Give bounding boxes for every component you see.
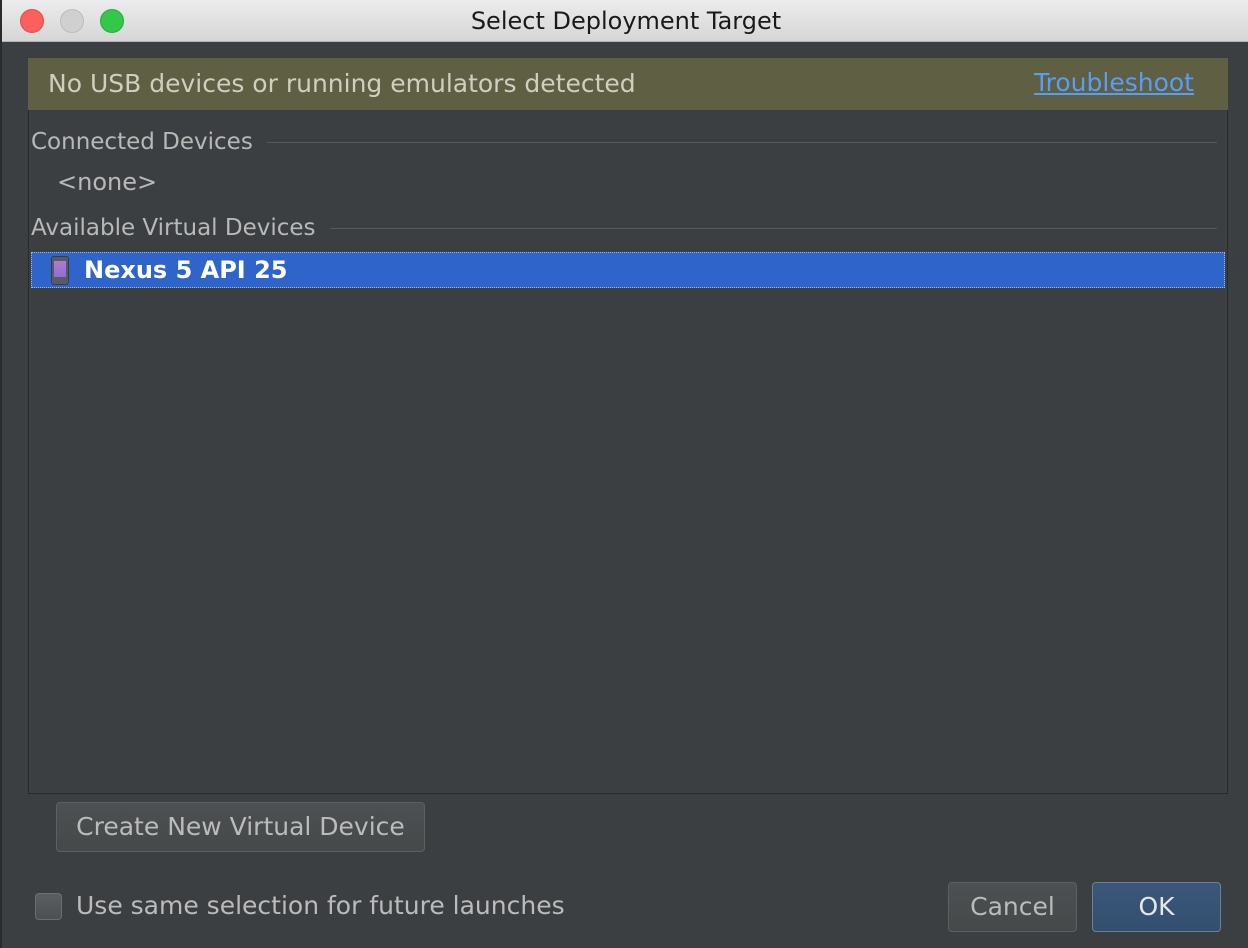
ok-button[interactable]: OK [1092, 882, 1221, 932]
window-title: Select Deployment Target [470, 7, 782, 35]
title-bar[interactable]: Select Deployment Target [2, 0, 1248, 42]
cancel-button[interactable]: Cancel [948, 882, 1077, 932]
banner-message: No USB devices or running emulators dete… [48, 69, 636, 98]
no-connected-devices-text: <none> [57, 168, 158, 196]
troubleshoot-link[interactable]: Troubleshoot [1034, 58, 1194, 108]
available-devices-header: Available Virtual Devices [31, 212, 1217, 244]
warning-banner: No USB devices or running emulators dete… [28, 58, 1228, 110]
connected-devices-label: Connected Devices [31, 129, 253, 155]
device-row-nexus-5-api-25[interactable]: Nexus 5 API 25 [31, 252, 1225, 288]
same-selection-checkbox[interactable] [35, 893, 62, 920]
available-devices-label: Available Virtual Devices [31, 215, 316, 241]
same-selection-label: Use same selection for future launches [76, 891, 565, 920]
device-list-panel: Connected Devices <none> Available Virtu… [28, 110, 1228, 794]
deployment-target-dialog: Select Deployment Target No USB devices … [0, 0, 1248, 948]
device-label: Nexus 5 API 25 [84, 256, 288, 284]
create-virtual-device-button[interactable]: Create New Virtual Device [56, 802, 425, 852]
connected-devices-header: Connected Devices [31, 126, 1217, 158]
section-divider [266, 141, 1217, 143]
phone-icon [51, 256, 69, 285]
section-divider [329, 227, 1217, 229]
